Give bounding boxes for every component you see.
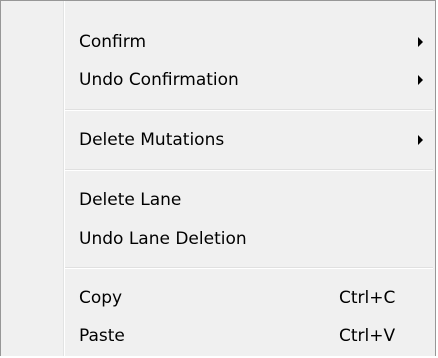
menu-separator xyxy=(65,109,433,111)
menu-item-label: Paste xyxy=(79,326,125,346)
menu-item-label: Copy xyxy=(79,288,123,308)
menu-item-undo-lane-deletion[interactable]: Undo Lane Deletion xyxy=(1,217,437,261)
submenu-arrow-icon xyxy=(418,135,423,145)
menu-item-label: Delete Lane xyxy=(79,190,182,210)
context-menu: Confirm Undo Confirmation Delete Mutatio… xyxy=(0,0,436,356)
menu-item-label: Undo Confirmation xyxy=(79,70,239,90)
menu-item-label: Delete Mutations xyxy=(79,130,225,150)
menu-item-label: Confirm xyxy=(79,32,147,52)
submenu-arrow-icon xyxy=(418,37,423,47)
menu-item-delete-mutations[interactable]: Delete Mutations xyxy=(1,118,437,162)
menu-item-undo-confirmation[interactable]: Undo Confirmation xyxy=(1,58,437,102)
menu-separator xyxy=(65,169,433,171)
menu-item-label: Undo Lane Deletion xyxy=(79,229,247,249)
menu-separator xyxy=(65,267,433,269)
menu-item-paste[interactable]: Paste Ctrl+V xyxy=(1,314,437,358)
menu-item-shortcut: Ctrl+C xyxy=(339,288,396,308)
menu-item-delete-lane[interactable]: Delete Lane xyxy=(1,178,437,222)
menu-item-shortcut: Ctrl+V xyxy=(339,326,396,346)
submenu-arrow-icon xyxy=(418,75,423,85)
